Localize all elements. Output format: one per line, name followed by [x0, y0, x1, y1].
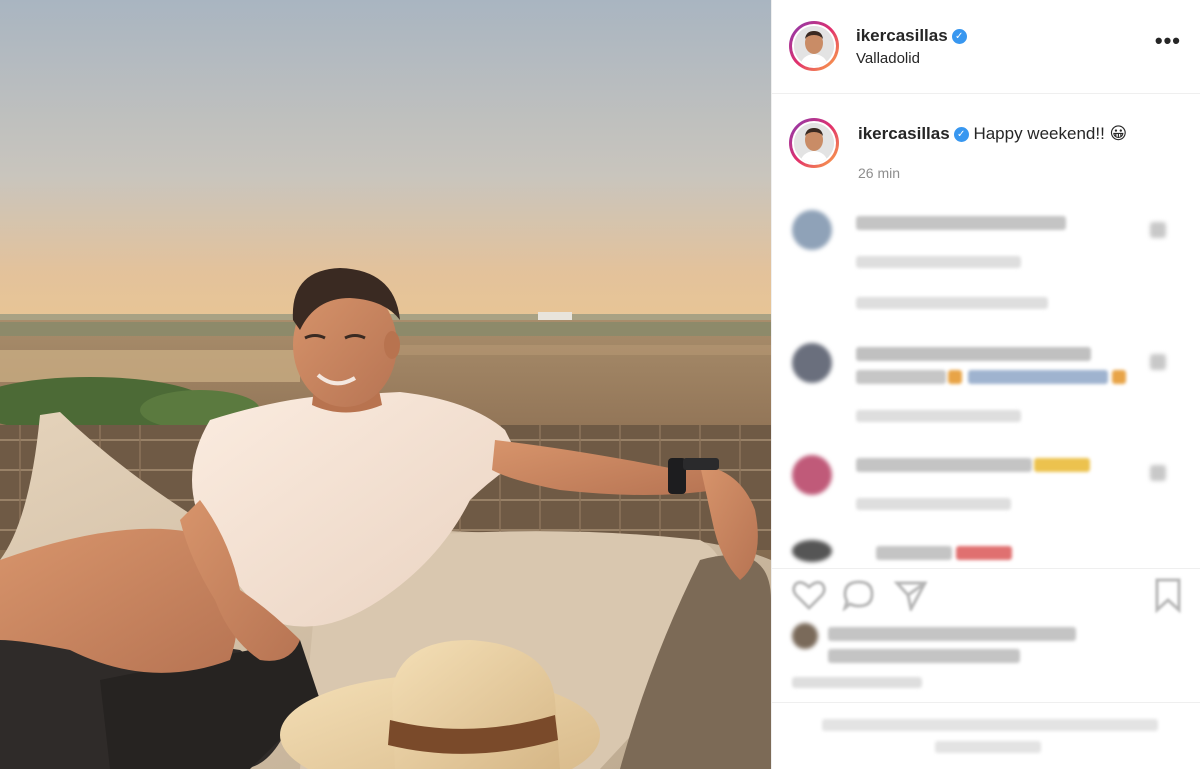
comment-emoji-redacted	[1112, 370, 1126, 384]
photo-illustration	[0, 0, 771, 769]
caption-username[interactable]: ikercasillas	[858, 124, 950, 143]
header-avatar[interactable]	[789, 21, 839, 71]
comment-like-icon[interactable]	[1150, 465, 1166, 481]
verified-badge-icon: ✓	[951, 29, 967, 45]
verified-badge-icon: ✓	[953, 127, 969, 143]
comment-like-icon[interactable]	[1150, 354, 1166, 370]
avatar-face-icon	[794, 123, 834, 163]
caption-text: Happy weekend!! 😀	[973, 124, 1128, 143]
caption-time[interactable]: 26 min	[858, 165, 900, 181]
comment-like-icon[interactable]	[1150, 222, 1166, 238]
comment-emoji-redacted	[1034, 458, 1090, 472]
comment-text-redacted	[856, 458, 1032, 472]
avatar-face-icon	[794, 26, 834, 66]
caption: ikercasillas ✓ Happy weekend!! 😀	[858, 124, 1127, 144]
comment-icon[interactable]	[842, 579, 876, 611]
likes-summary-redacted	[828, 627, 1076, 641]
heart-icon[interactable]	[792, 579, 826, 611]
comment-emoji-redacted	[956, 546, 1012, 560]
comment-text-redacted	[856, 216, 1066, 230]
comment-avatar	[792, 343, 832, 383]
comment-meta-redacted	[856, 498, 1011, 510]
comment-avatar	[792, 540, 832, 562]
header-username[interactable]: ikercasillas	[856, 26, 948, 45]
bookmark-icon[interactable]	[1152, 577, 1184, 613]
more-options-icon[interactable]: •••	[1155, 30, 1181, 52]
comments-notice-redacted	[935, 741, 1041, 753]
post-header: ikercasillas ✓ Valladolid •••	[772, 0, 1200, 94]
post-photo	[0, 0, 771, 769]
comment-meta-redacted	[856, 410, 1021, 422]
comment-avatar	[792, 210, 832, 250]
comment-text-redacted	[876, 546, 952, 560]
comment-emoji-redacted	[948, 370, 962, 384]
comment-avatar	[792, 455, 832, 495]
comment-mention-redacted	[968, 370, 1108, 384]
caption-avatar[interactable]	[789, 118, 839, 168]
likes-avatar	[792, 623, 818, 649]
comment-text-redacted	[856, 370, 946, 384]
post-date-redacted	[792, 677, 922, 688]
post-sidebar: ikercasillas ✓ Valladolid ••• ikercasilla…	[771, 0, 1200, 769]
header-location[interactable]: Valladolid	[856, 50, 920, 67]
likes-summary-redacted	[828, 649, 1020, 663]
comment-meta-redacted	[856, 256, 1021, 268]
view-replies-redacted	[856, 297, 1048, 309]
share-icon[interactable]	[894, 579, 928, 611]
comment-box	[772, 702, 1200, 770]
comment-text-redacted	[856, 347, 1091, 361]
comments-notice-redacted	[822, 719, 1158, 731]
